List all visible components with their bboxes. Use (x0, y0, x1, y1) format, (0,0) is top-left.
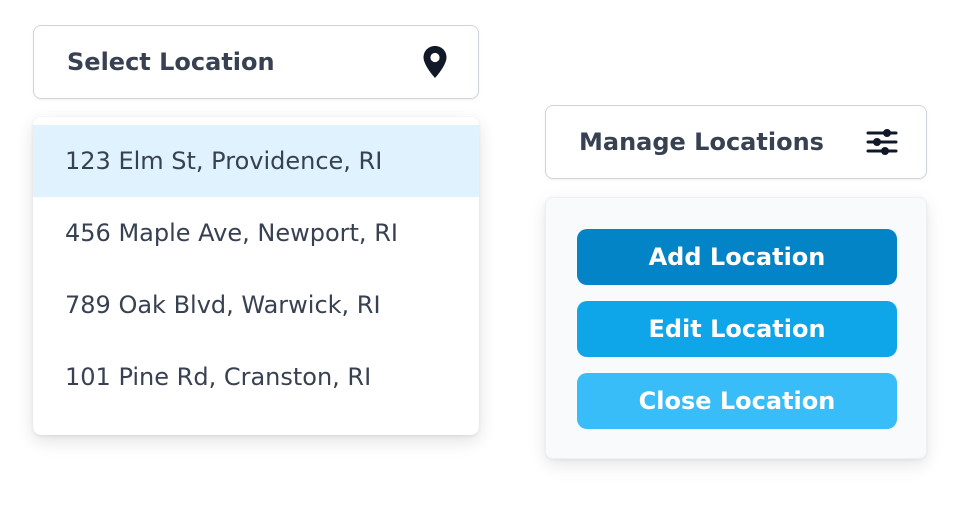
manage-locations-panel: Add Location Edit Location Close Locatio… (545, 197, 927, 459)
manage-locations-label: Manage Locations (579, 128, 824, 156)
location-option[interactable]: 456 Maple Ave, Newport, RI (33, 197, 479, 269)
sliders-icon (866, 127, 898, 157)
select-location-label: Select Location (67, 48, 275, 76)
edit-location-button[interactable]: Edit Location (577, 301, 897, 357)
select-location-trigger[interactable]: Select Location (33, 25, 479, 99)
add-location-button[interactable]: Add Location (577, 229, 897, 285)
location-option[interactable]: 789 Oak Blvd, Warwick, RI (33, 269, 479, 341)
location-dropdown-list: 123 Elm St, Providence, RI 456 Maple Ave… (33, 117, 479, 435)
location-widgets: Select Location 123 Elm St, Providence, … (0, 0, 968, 515)
map-pin-icon (422, 45, 448, 79)
location-option[interactable]: 123 Elm St, Providence, RI (33, 125, 479, 197)
manage-locations-trigger[interactable]: Manage Locations (545, 105, 927, 179)
close-location-button[interactable]: Close Location (577, 373, 897, 429)
location-option[interactable]: 101 Pine Rd, Cranston, RI (33, 341, 479, 413)
